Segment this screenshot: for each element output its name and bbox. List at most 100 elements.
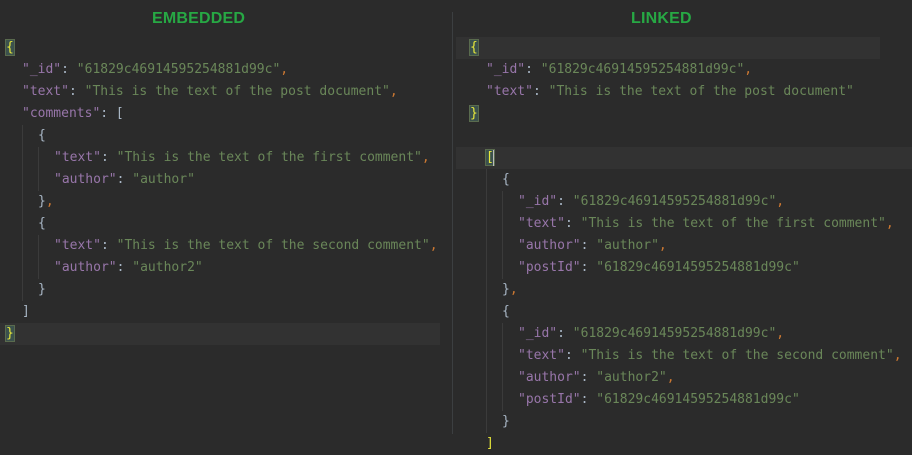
indent-guide [502,389,503,411]
indent-guide [38,169,39,191]
json-string: "This is the text of the post document" [548,84,854,99]
code-line: "text": "This is the text of the first c… [0,147,448,169]
indent-guide [22,279,23,301]
close-brace-matched: } [469,105,479,122]
code-line: "author": "author2", [456,367,912,389]
json-string: "author" [132,172,195,187]
json-key: "_id" [22,62,62,77]
code-line-current: { [456,37,912,59]
open-brace-matched: { [469,39,479,56]
json-key: "postId" [518,260,581,275]
code-line: "author": "author", [456,235,912,257]
code-line: ] [22,304,30,319]
json-string: "This is the text of the second comment" [116,238,430,253]
indent-guide [22,213,23,235]
indent-guide [38,147,39,169]
indent-guide [38,257,39,279]
json-key: "postId" [518,392,581,407]
code-line: } [456,103,912,125]
indent-guide [486,213,487,235]
indent-guide [486,323,487,345]
code-line: } [0,279,448,301]
text-caret [493,150,494,166]
indent-guide [486,235,487,257]
code-line: } [456,411,912,433]
code-line: "comments": [ [22,106,124,121]
code-line: }, [0,191,448,213]
indent-guide [502,191,503,213]
json-string: "This is the text of the first comment" [580,216,886,231]
code-line: { [0,125,448,147]
json-string: "61829c46914595254881d99c" [596,392,800,407]
json-key: "text" [518,348,565,363]
code-line: "text": "This is the text of the first c… [456,213,912,235]
indent-guide [38,235,39,257]
indent-guide [486,411,487,433]
close-bracket-matched: ] [486,436,494,451]
code-line: { [0,213,448,235]
json-key: "author" [54,172,117,187]
indent-guide [22,147,23,169]
json-key: "text" [22,84,69,99]
indent-guide [502,323,503,345]
code-line-current: } [0,323,448,345]
linked-title: LINKED [631,10,692,27]
code-line: { [456,301,912,323]
indent-guide [22,169,23,191]
code-line: "postId": "61829c46914595254881d99c" [456,389,912,411]
json-key: "author" [518,238,581,253]
code-line: "postId": "61829c46914595254881d99c" [456,257,912,279]
open-brace-matched: { [5,39,15,56]
code-line: "text": "This is the text of the second … [456,345,912,367]
indent-guide [486,257,487,279]
panel-divider [452,12,453,434]
json-string: "This is the text of the post document" [84,84,390,99]
code-line: "text": "This is the text of the second … [0,235,448,257]
json-string: "This is the text of the first comment" [116,150,422,165]
embedded-title: EMBEDDED [152,10,246,27]
indent-guide [502,213,503,235]
json-string: "author" [596,238,659,253]
code-line: "author": "author" [0,169,448,191]
json-string: "61829c46914595254881d99c" [572,194,777,209]
json-string: "author2" [132,260,203,275]
embedded-editor[interactable]: { "_id": "61829c46914595254881d99c", "te… [0,37,448,345]
json-string: "61829c46914595254881d99c" [76,62,281,77]
indent-guide [22,257,23,279]
indent-guide [502,235,503,257]
indent-guide [486,345,487,367]
json-key: "_id" [486,62,526,77]
code-line: { [0,37,448,59]
indent-guide [486,367,487,389]
code-line: "text": "This is the text of the post do… [486,84,854,99]
json-string: "61829c46914595254881d99c" [540,62,745,77]
indent-guide [502,345,503,367]
code-line: { [456,169,912,191]
json-key: "_id" [518,194,558,209]
indent-guide [502,367,503,389]
embedded-panel: EMBEDDED { "_id": "61829c46914595254881d… [0,0,448,451]
json-key: "text" [518,216,565,231]
json-key: "author" [54,260,117,275]
json-string: "author2" [596,370,667,385]
indent-guide [22,125,23,147]
indent-guide [502,257,503,279]
indent-guide [486,191,487,213]
json-key: "text" [54,150,101,165]
indent-guide [22,191,23,213]
code-line: "_id": "61829c46914595254881d99c", [22,62,289,77]
code-line: "_id": "61829c46914595254881d99c", [486,62,753,77]
json-key: "text" [54,238,101,253]
code-line: "_id": "61829c46914595254881d99c", [456,191,912,213]
json-string: "61829c46914595254881d99c" [596,260,800,275]
code-line: ] [456,433,912,455]
indent-guide [22,235,23,257]
close-brace-matched: } [5,325,15,342]
json-key: "author" [518,370,581,385]
code-line: "author": "author2" [0,257,448,279]
linked-panel: LINKED { "_id": "61829c46914595254881d99… [456,0,912,451]
linked-editor[interactable]: { "_id": "61829c46914595254881d99c", "te… [456,37,912,455]
json-string: "61829c46914595254881d99c" [572,326,777,341]
indent-guide [486,389,487,411]
